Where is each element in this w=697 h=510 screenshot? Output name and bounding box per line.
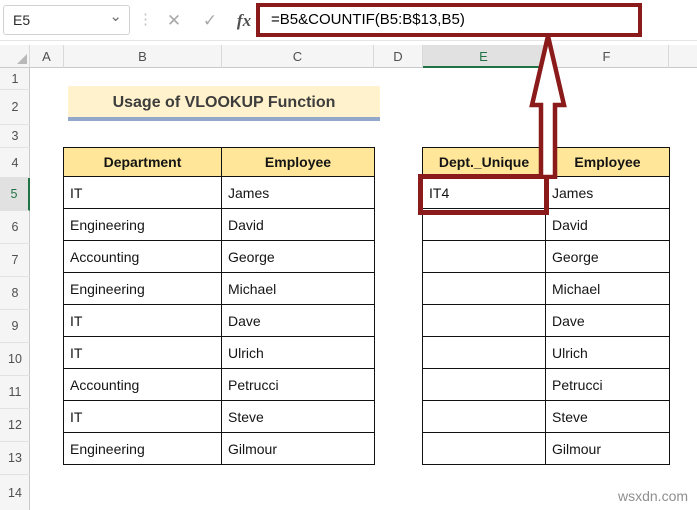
table-row: IT Ulrich bbox=[63, 336, 375, 369]
cell[interactable]: Engineering bbox=[63, 432, 222, 465]
cell[interactable]: Petrucci bbox=[221, 368, 375, 401]
row-header-11[interactable]: 11 bbox=[0, 376, 30, 409]
table-row: Accounting Petrucci bbox=[63, 368, 375, 401]
name-box-dropdown-icon[interactable]: ⌄ bbox=[109, 3, 122, 31]
column-header-E[interactable]: E bbox=[423, 45, 545, 68]
source-header-employee[interactable]: Employee bbox=[221, 147, 375, 177]
table-row: Ulrich bbox=[422, 336, 670, 369]
cell[interactable]: Dave bbox=[545, 304, 670, 337]
cell[interactable]: Petrucci bbox=[545, 368, 670, 401]
column-header-A[interactable]: A bbox=[30, 45, 64, 68]
table-row: Petrucci bbox=[422, 368, 670, 401]
table-row: Gilmour bbox=[422, 432, 670, 465]
formula-text: =B5&COUNTIF(B5:B$13,B5) bbox=[271, 11, 465, 28]
cell[interactable]: Steve bbox=[545, 400, 670, 433]
table-row: Dave bbox=[422, 304, 670, 337]
excel-window: E5 ⌄ ⋮ ✕ ✓ fx =B5&COUNTIF(B5:B$13,B5) A … bbox=[0, 0, 697, 510]
select-all-corner[interactable] bbox=[0, 45, 30, 68]
formula-input-highlighted[interactable]: =B5&COUNTIF(B5:B$13,B5) bbox=[256, 3, 642, 37]
source-table: Department Employee IT James Engineering D… bbox=[63, 147, 375, 465]
table-row: Engineering David bbox=[63, 208, 375, 241]
row-header-9[interactable]: 9 bbox=[0, 310, 30, 343]
row-header-2[interactable]: 2 bbox=[0, 90, 30, 125]
table-row: IT Steve bbox=[63, 400, 375, 433]
more-options-icon[interactable]: ⋮ bbox=[138, 11, 153, 29]
table-row: Engineering Michael bbox=[63, 272, 375, 305]
cell[interactable] bbox=[422, 272, 546, 305]
cell[interactable]: Engineering bbox=[63, 272, 222, 305]
active-cell-highlight-box bbox=[418, 174, 549, 215]
cell[interactable]: George bbox=[221, 240, 375, 273]
row-header-5[interactable]: 5 bbox=[0, 178, 30, 211]
source-header-department[interactable]: Department bbox=[63, 147, 222, 177]
cell[interactable] bbox=[422, 400, 546, 433]
cell[interactable]: Gilmour bbox=[221, 432, 375, 465]
table-row: IT James bbox=[63, 176, 375, 209]
cell[interactable]: Engineering bbox=[63, 208, 222, 241]
table-row: Steve bbox=[422, 400, 670, 433]
cell[interactable]: IT bbox=[63, 304, 222, 337]
cell[interactable]: IT bbox=[63, 176, 222, 209]
cell[interactable]: George bbox=[545, 240, 670, 273]
row-header-14[interactable]: 14 bbox=[0, 475, 30, 510]
cell[interactable]: Accounting bbox=[63, 240, 222, 273]
cell[interactable] bbox=[422, 304, 546, 337]
cell[interactable]: Michael bbox=[545, 272, 670, 305]
watermark: wsxdn.com bbox=[618, 488, 689, 504]
cell[interactable]: Michael bbox=[221, 272, 375, 305]
cell[interactable]: James bbox=[221, 176, 375, 209]
cell[interactable] bbox=[422, 336, 546, 369]
cell[interactable] bbox=[422, 432, 546, 465]
formula-bar: E5 ⌄ ⋮ ✕ ✓ fx =B5&COUNTIF(B5:B$13,B5) bbox=[0, 0, 697, 41]
select-all-triangle-icon bbox=[17, 54, 27, 64]
insert-function-icon[interactable]: fx bbox=[230, 0, 258, 41]
cell[interactable]: Ulrich bbox=[545, 336, 670, 369]
row-header-3[interactable]: 3 bbox=[0, 125, 30, 148]
cell[interactable]: Gilmour bbox=[545, 432, 670, 465]
enter-icon[interactable]: ✓ bbox=[196, 0, 224, 41]
row-header-6[interactable]: 6 bbox=[0, 211, 30, 244]
row-header-7[interactable]: 7 bbox=[0, 244, 30, 277]
row-header-12[interactable]: 12 bbox=[0, 409, 30, 442]
cell[interactable]: Steve bbox=[221, 400, 375, 433]
name-box-value: E5 bbox=[13, 12, 31, 28]
column-header-partial[interactable] bbox=[669, 45, 697, 68]
column-header-B[interactable]: B bbox=[64, 45, 222, 68]
table-row: Michael bbox=[422, 272, 670, 305]
row-header-10[interactable]: 10 bbox=[0, 343, 30, 376]
sheet-title-cell[interactable]: Usage of VLOOKUP Function bbox=[68, 86, 380, 121]
row-header-1[interactable]: 1 bbox=[0, 68, 30, 90]
cell[interactable]: Dave bbox=[221, 304, 375, 337]
result-header-dept-unique[interactable]: Dept._Unique bbox=[422, 147, 546, 177]
row-header-13[interactable]: 13 bbox=[0, 442, 30, 475]
name-box[interactable]: E5 ⌄ bbox=[3, 5, 130, 35]
cell[interactable]: David bbox=[545, 208, 670, 241]
cell[interactable]: Ulrich bbox=[221, 336, 375, 369]
annotation-up-arrow bbox=[529, 33, 567, 179]
column-header-C[interactable]: C bbox=[222, 45, 374, 68]
row-header-4[interactable]: 4 bbox=[0, 148, 30, 178]
row-header-8[interactable]: 8 bbox=[0, 277, 30, 310]
table-row: IT Dave bbox=[63, 304, 375, 337]
cell[interactable] bbox=[422, 240, 546, 273]
cell[interactable]: IT bbox=[63, 336, 222, 369]
table-row: Accounting George bbox=[63, 240, 375, 273]
column-header-D[interactable]: D bbox=[374, 45, 423, 68]
cell[interactable]: Accounting bbox=[63, 368, 222, 401]
cancel-icon[interactable]: ✕ bbox=[160, 0, 188, 41]
table-row: George bbox=[422, 240, 670, 273]
cell[interactable]: David bbox=[221, 208, 375, 241]
cell[interactable] bbox=[422, 368, 546, 401]
cell[interactable]: James bbox=[545, 176, 670, 209]
cell[interactable]: IT bbox=[63, 400, 222, 433]
table-row: Engineering Gilmour bbox=[63, 432, 375, 465]
